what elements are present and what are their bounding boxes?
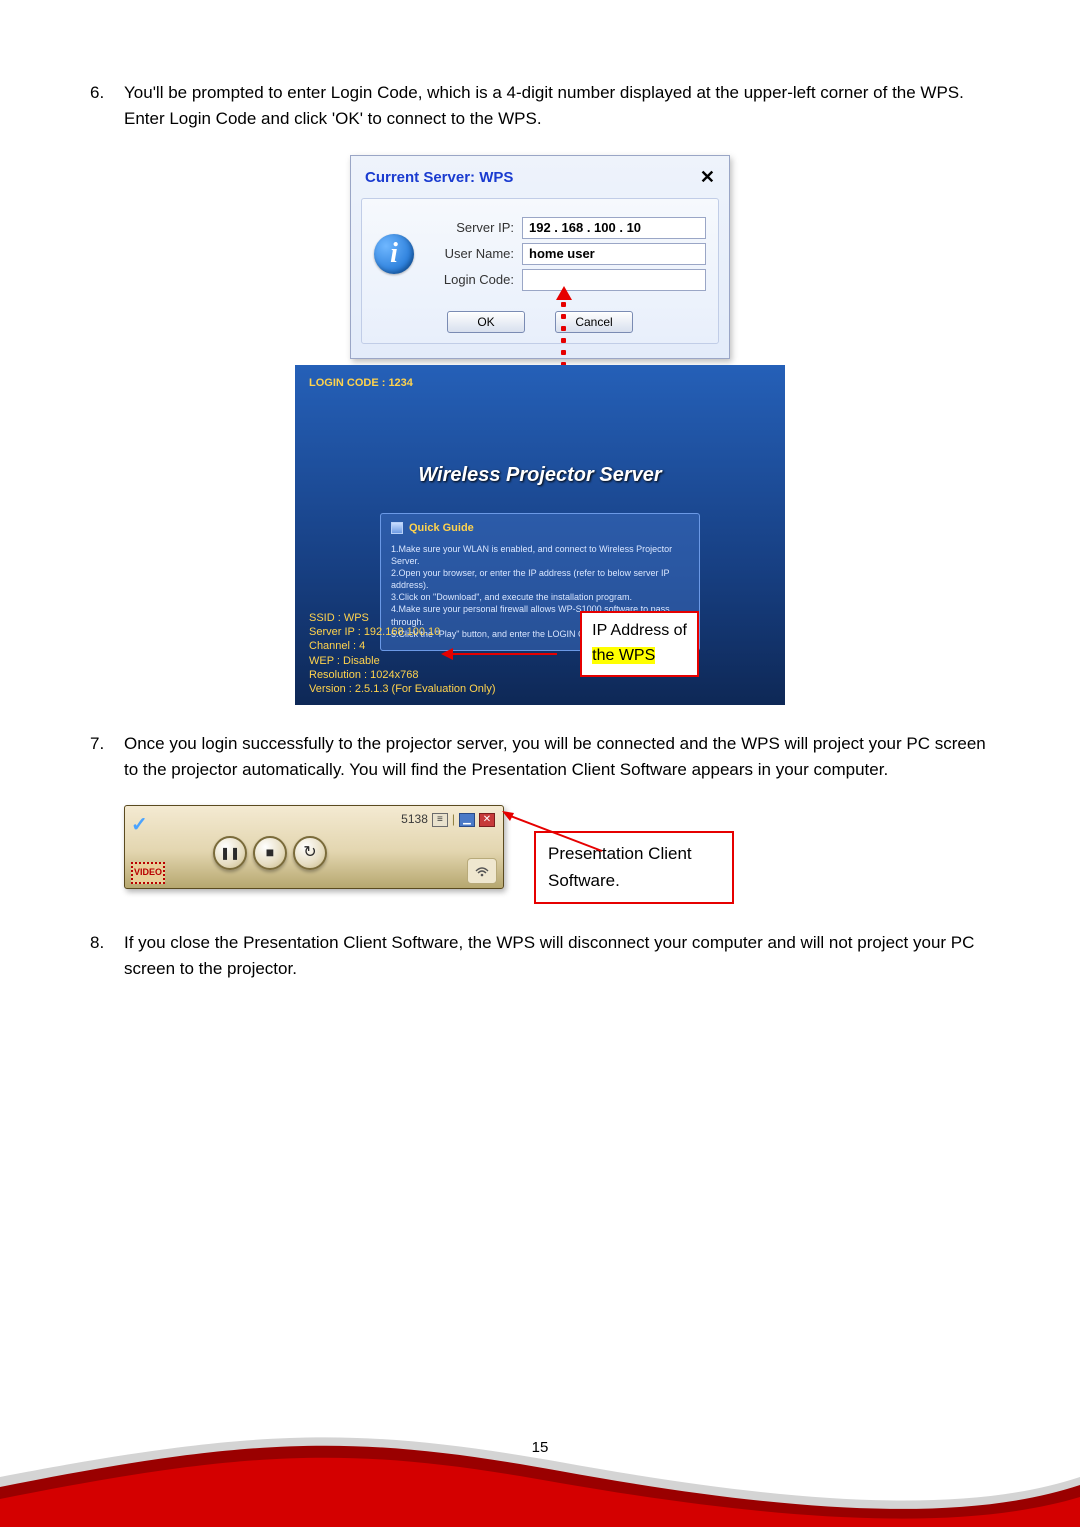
annotation-arrow-up-icon [556, 286, 572, 300]
menu-icon[interactable]: ≡ [432, 813, 448, 827]
step-7-text: Once you login successfully to the proje… [124, 731, 990, 784]
video-badge[interactable]: VIDEO [131, 862, 165, 884]
login-figure: Current Server: WPS ✕ i Server IP: 192 .… [295, 155, 785, 705]
stop-icon: ■ [266, 842, 274, 864]
pause-button[interactable]: ❚❚ [213, 836, 247, 870]
wps-screen: LOGIN CODE : 1234 Wireless Projector Ser… [295, 365, 785, 705]
login-code-field[interactable] [522, 269, 706, 291]
wps-version: Version : 2.5.1.3 (For Evaluation Only) [309, 682, 495, 696]
refresh-icon: ↻ [303, 841, 316, 866]
ip-callout-line1: IP Address of [592, 619, 687, 644]
step-6-number: 6. [90, 80, 124, 133]
wps-wep: WEP : Disable [309, 654, 495, 668]
user-name-label: User Name: [424, 244, 514, 264]
wps-channel: Channel : 4 [309, 639, 495, 653]
cancel-button[interactable]: Cancel [555, 311, 633, 333]
refresh-button[interactable]: ↻ [293, 836, 327, 870]
wifi-icon[interactable] [467, 858, 497, 884]
annotation-arrow-diag [502, 807, 612, 877]
guide-item: 2.Open your browser, or enter the IP add… [391, 567, 689, 591]
server-ip-field[interactable]: 192 . 168 . 100 . 10 [522, 217, 706, 239]
pause-icon: ❚❚ [220, 844, 240, 863]
wps-server-ip: Server IP : 192.168.100.10 [309, 625, 495, 639]
user-name-field[interactable]: home user [522, 243, 706, 265]
login-dialog: Current Server: WPS ✕ i Server IP: 192 .… [350, 155, 730, 359]
server-ip-label: Server IP: [424, 218, 514, 238]
login-code-display: LOGIN CODE : 1234 [309, 375, 771, 392]
window-close-icon[interactable]: ✕ [479, 813, 495, 827]
annotation-arrow-tip-icon [441, 648, 453, 660]
check-icon: ✓ [131, 810, 148, 841]
wps-resolution: Resolution : 1024x768 [309, 668, 495, 682]
minimize-icon[interactable]: ▁ [459, 813, 475, 827]
presentation-client-bar: ✓ VIDEO ❚❚ ■ ↻ 5138 ≡ | ▁ ✕ [124, 805, 504, 889]
wps-ssid: SSID : WPS [309, 611, 495, 625]
step-6-text: You'll be prompted to enter Login Code, … [124, 80, 990, 133]
ip-callout: IP Address of the WPS [580, 611, 699, 677]
quick-guide-heading: Quick Guide [409, 520, 474, 537]
quick-guide-icon [391, 522, 403, 534]
footer-decoration [0, 1407, 1080, 1527]
step-8-text: If you close the Presentation Client Sof… [124, 930, 990, 983]
step-7-number: 7. [90, 731, 124, 784]
client-code: 5138 [401, 810, 428, 829]
guide-item: 1.Make sure your WLAN is enabled, and co… [391, 543, 689, 567]
stop-button[interactable]: ■ [253, 836, 287, 870]
wps-title: Wireless Projector Server [309, 460, 771, 491]
guide-item: 3.Click on "Download", and execute the i… [391, 591, 689, 603]
info-icon: i [374, 234, 414, 274]
annotation-arrow-line [453, 653, 557, 655]
ip-callout-line2: the WPS [592, 647, 655, 664]
step-8-number: 8. [90, 930, 124, 983]
dialog-title: Current Server: WPS [365, 166, 513, 189]
login-code-label: Login Code: [424, 270, 514, 290]
ok-button[interactable]: OK [447, 311, 525, 333]
close-icon[interactable]: ✕ [700, 164, 715, 192]
